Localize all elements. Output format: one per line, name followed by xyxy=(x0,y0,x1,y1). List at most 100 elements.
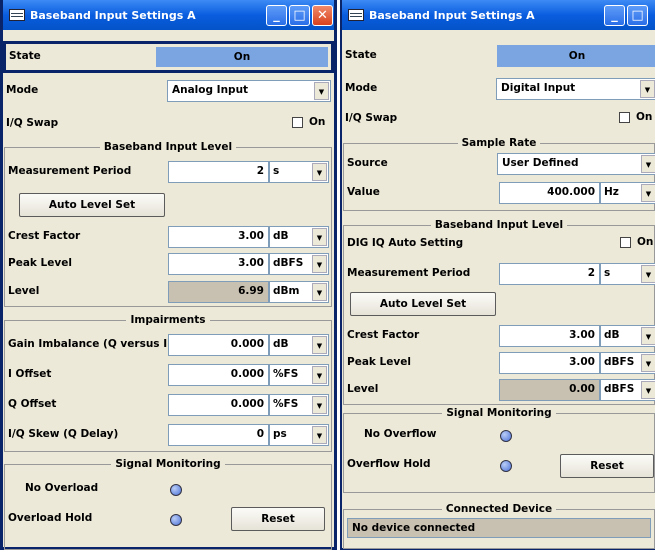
mode-label: Mode xyxy=(345,82,378,94)
level-label: Level xyxy=(8,285,40,297)
led-indicator-icon xyxy=(500,430,512,442)
minimize-button[interactable]: _ xyxy=(604,5,625,26)
minimize-button[interactable]: _ xyxy=(266,5,287,26)
peak-level-input[interactable]: 3.00 xyxy=(499,352,600,374)
measurement-period-row: Measurement Period 2 s ▼ xyxy=(5,158,331,186)
peak-level-unit-select[interactable]: dBFS ▼ xyxy=(600,352,655,374)
baseband-input-level-group: Baseband Input Level Measurement Period … xyxy=(4,141,332,307)
crest-factor-row: Crest Factor 3.00 dB ▼ xyxy=(344,322,655,350)
q-offset-unit-select[interactable]: %FS ▼ xyxy=(269,394,329,416)
crest-factor-label: Crest Factor xyxy=(8,230,81,242)
gain-imbalance-label: Gain Imbalance (Q versus I) xyxy=(8,338,172,350)
i-offset-unit-select[interactable]: %FS ▼ xyxy=(269,364,329,386)
measurement-period-label: Measurement Period xyxy=(347,267,471,279)
gain-imbalance-unit-select[interactable]: dB ▼ xyxy=(269,334,329,356)
crest-factor-unit-select[interactable]: dB ▼ xyxy=(600,325,655,347)
chevron-down-icon[interactable]: ▼ xyxy=(641,155,655,173)
measurement-period-input[interactable]: 2 xyxy=(499,263,600,285)
measurement-period-unit-select[interactable]: s ▼ xyxy=(269,161,329,183)
q-offset-input[interactable]: 0.000 xyxy=(168,394,269,416)
unit-value: dB xyxy=(604,329,620,341)
iq-skew-label: I/Q Skew (Q Delay) xyxy=(8,428,119,440)
chevron-down-icon[interactable]: ▼ xyxy=(314,82,329,100)
maximize-button[interactable]: □ xyxy=(289,5,310,26)
level-label: Level xyxy=(347,383,379,395)
chevron-down-icon[interactable]: ▼ xyxy=(312,255,327,273)
crest-factor-input[interactable]: 3.00 xyxy=(168,226,269,248)
crest-factor-unit-select[interactable]: dB ▼ xyxy=(269,226,329,248)
chevron-down-icon[interactable]: ▼ xyxy=(312,396,327,414)
gain-imbalance-row: Gain Imbalance (Q versus I) 0.000 dB ▼ xyxy=(5,331,331,359)
measurement-period-unit-select[interactable]: s ▼ xyxy=(600,263,655,285)
signal-monitoring-group: Signal Monitoring No Overload Overload H… xyxy=(4,458,332,550)
connected-device-status: No device connected xyxy=(347,518,651,538)
left-title-bar[interactable]: Baseband Input Settings A _ □ ✕ xyxy=(3,0,334,30)
sample-rate-unit-select[interactable]: Hz ▼ xyxy=(600,182,655,204)
unit-value: dBm xyxy=(273,285,300,297)
value-label: Value xyxy=(347,186,380,198)
mode-selected-value: Digital Input xyxy=(501,82,576,94)
impairments-group: Impairments Gain Imbalance (Q versus I) … xyxy=(4,314,332,452)
window-icon xyxy=(348,9,364,21)
reset-button[interactable]: Reset xyxy=(560,454,654,478)
maximize-button[interactable]: □ xyxy=(627,5,648,26)
group-title: Impairments xyxy=(126,314,210,326)
unit-value: s xyxy=(604,267,611,279)
dig-iq-auto-setting-checkbox[interactable] xyxy=(620,237,631,248)
peak-level-label: Peak Level xyxy=(347,356,411,368)
window-icon xyxy=(9,9,25,21)
value-row: Value 400.000 Hz ▼ xyxy=(344,179,655,207)
q-offset-label: Q Offset xyxy=(8,398,57,410)
chevron-down-icon[interactable]: ▼ xyxy=(312,283,327,301)
no-overflow-label: No Overflow xyxy=(364,428,437,440)
mode-select[interactable]: Digital Input ▼ xyxy=(496,78,655,100)
peak-level-unit-select[interactable]: dBFS ▼ xyxy=(269,253,329,275)
state-toggle[interactable]: On xyxy=(497,45,655,67)
unit-value: s xyxy=(273,165,280,177)
state-label: State xyxy=(345,49,377,61)
level-unit-select[interactable]: dBFS ▼ xyxy=(600,379,655,401)
chevron-down-icon[interactable]: ▼ xyxy=(312,163,327,181)
state-label: State xyxy=(9,50,41,62)
dig-iq-auto-setting-row: DIG IQ Auto Setting On xyxy=(344,230,654,258)
baseband-input-level-group: Baseband Input Level DIG IQ Auto Setting… xyxy=(343,219,655,405)
state-row: State On xyxy=(3,41,334,73)
led-indicator-icon xyxy=(170,514,182,526)
chevron-down-icon[interactable]: ▼ xyxy=(312,336,327,354)
source-row: Source User Defined ▼ xyxy=(344,150,655,178)
chevron-down-icon[interactable]: ▼ xyxy=(641,327,655,345)
iq-swap-on-label: On xyxy=(636,111,653,123)
chevron-down-icon[interactable]: ▼ xyxy=(312,366,327,384)
peak-level-row: Peak Level 3.00 dBFS ▼ xyxy=(344,349,655,377)
chevron-down-icon[interactable]: ▼ xyxy=(641,354,655,372)
level-unit-select[interactable]: dBm ▼ xyxy=(269,281,329,303)
chevron-down-icon[interactable]: ▼ xyxy=(640,80,655,98)
iq-swap-checkbox[interactable] xyxy=(292,117,303,128)
unit-value: dBFS xyxy=(604,383,635,395)
crest-factor-input[interactable]: 3.00 xyxy=(499,325,600,347)
iq-skew-unit-select[interactable]: ps ▼ xyxy=(269,424,329,446)
peak-level-input[interactable]: 3.00 xyxy=(168,253,269,275)
chevron-down-icon[interactable]: ▼ xyxy=(641,184,655,202)
iq-skew-input[interactable]: 0 xyxy=(168,424,269,446)
q-offset-row: Q Offset 0.000 %FS ▼ xyxy=(5,391,331,419)
i-offset-input[interactable]: 0.000 xyxy=(168,364,269,386)
dig-iq-auto-setting-on-label: On xyxy=(637,236,654,248)
mode-select[interactable]: Analog Input ▼ xyxy=(167,80,331,102)
state-toggle[interactable]: On xyxy=(156,47,328,67)
close-button[interactable]: ✕ xyxy=(312,5,333,26)
chevron-down-icon[interactable]: ▼ xyxy=(641,381,655,399)
chevron-down-icon[interactable]: ▼ xyxy=(641,265,655,283)
reset-button[interactable]: Reset xyxy=(231,507,325,531)
auto-level-set-button[interactable]: Auto Level Set xyxy=(350,292,496,316)
gain-imbalance-input[interactable]: 0.000 xyxy=(168,334,269,356)
right-title-bar[interactable]: Baseband Input Settings A _ □ xyxy=(342,0,655,30)
measurement-period-input[interactable]: 2 xyxy=(168,161,269,183)
auto-level-set-button[interactable]: Auto Level Set xyxy=(19,193,165,217)
left-dialog: Baseband Input Settings A _ □ ✕ State On… xyxy=(0,0,337,550)
sample-rate-input[interactable]: 400.000 xyxy=(499,182,600,204)
source-select[interactable]: User Defined ▼ xyxy=(497,153,655,175)
iq-swap-checkbox[interactable] xyxy=(619,112,630,123)
chevron-down-icon[interactable]: ▼ xyxy=(312,228,327,246)
chevron-down-icon[interactable]: ▼ xyxy=(312,426,327,444)
